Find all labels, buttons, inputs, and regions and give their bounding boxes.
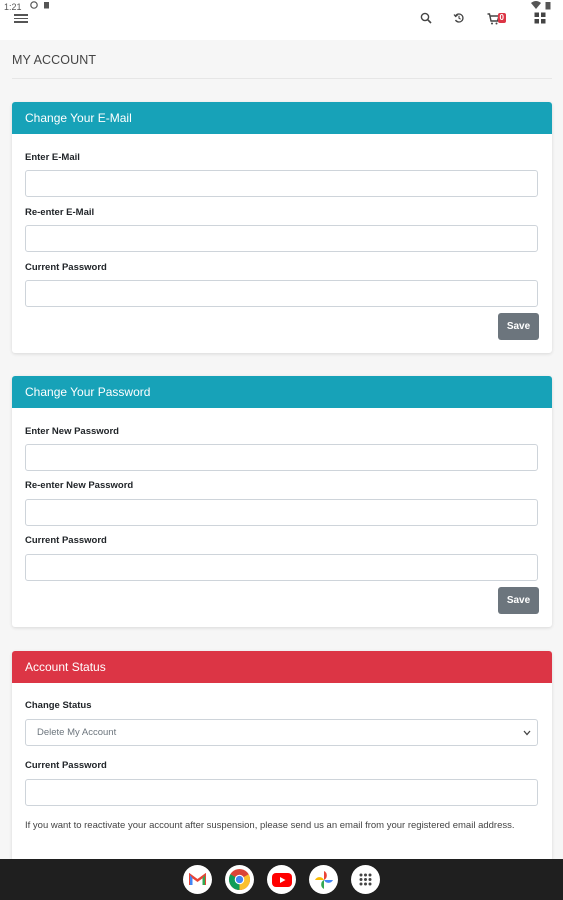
reenter-password-label: Re-enter New Password bbox=[25, 480, 134, 491]
new-password-label: Enter New Password bbox=[25, 426, 119, 437]
password-current-password-label: Current Password bbox=[25, 535, 107, 546]
app-drawer-button[interactable] bbox=[351, 865, 380, 894]
grid-icon[interactable] bbox=[534, 12, 546, 24]
status-bar: 1:21 bbox=[0, 0, 563, 14]
status-right-icons bbox=[531, 1, 551, 10]
page-title: MY ACCOUNT bbox=[12, 53, 97, 67]
change-status-select[interactable]: Delete My Account bbox=[25, 719, 538, 746]
reenter-password-input[interactable] bbox=[25, 499, 538, 526]
cart-count-badge: 0 bbox=[497, 13, 506, 23]
history-icon[interactable] bbox=[453, 12, 465, 24]
password-save-button[interactable]: Save bbox=[498, 587, 539, 614]
battery-saver-icon bbox=[44, 2, 49, 9]
battery-icon bbox=[545, 2, 551, 10]
reenter-email-input[interactable] bbox=[25, 225, 538, 252]
new-password-input[interactable] bbox=[25, 444, 538, 471]
chrome-icon bbox=[228, 868, 251, 891]
reactivation-note: If you want to reactivate your account a… bbox=[25, 820, 515, 831]
chevron-down-icon bbox=[523, 730, 531, 736]
change-password-card: Change Your Password Enter New Password … bbox=[12, 376, 552, 627]
password-current-password-input[interactable] bbox=[25, 554, 538, 581]
status-icons bbox=[30, 1, 50, 9]
wifi-icon bbox=[531, 1, 541, 9]
change-email-card: Change Your E-Mail Enter E-Mail Re-enter… bbox=[12, 102, 552, 353]
reenter-email-label: Re-enter E-Mail bbox=[25, 207, 95, 218]
cart-button[interactable]: 0 bbox=[487, 12, 506, 30]
app-drawer-icon bbox=[359, 873, 372, 886]
notification-icon bbox=[30, 1, 38, 9]
email-save-button[interactable]: Save bbox=[498, 313, 539, 340]
photos-app[interactable] bbox=[309, 865, 338, 894]
gmail-app[interactable] bbox=[183, 865, 212, 894]
photos-icon bbox=[314, 870, 333, 889]
account-status-header: Account Status bbox=[12, 651, 552, 683]
youtube-app[interactable] bbox=[267, 865, 296, 894]
top-bar: 1:21 0 bbox=[0, 0, 563, 40]
gmail-icon bbox=[189, 873, 206, 885]
chrome-app[interactable] bbox=[225, 865, 254, 894]
change-status-label: Change Status bbox=[25, 700, 92, 711]
menu-button[interactable] bbox=[14, 12, 28, 26]
enter-email-input[interactable] bbox=[25, 170, 538, 197]
change-password-header: Change Your Password bbox=[12, 376, 552, 408]
change-email-header: Change Your E-Mail bbox=[12, 102, 552, 134]
account-status-card: Account Status Change Status Delete My A… bbox=[12, 651, 552, 861]
status-current-password-input[interactable] bbox=[25, 779, 538, 806]
youtube-icon bbox=[271, 872, 292, 887]
email-current-password-input[interactable] bbox=[25, 280, 538, 307]
android-dock bbox=[0, 859, 563, 900]
email-current-password-label: Current Password bbox=[25, 262, 107, 273]
status-time: 1:21 bbox=[4, 2, 22, 12]
change-status-selected-value: Delete My Account bbox=[37, 727, 117, 738]
enter-email-label: Enter E-Mail bbox=[25, 152, 80, 163]
status-current-password-label: Current Password bbox=[25, 760, 107, 771]
search-icon[interactable] bbox=[420, 12, 432, 24]
title-divider bbox=[12, 78, 552, 79]
